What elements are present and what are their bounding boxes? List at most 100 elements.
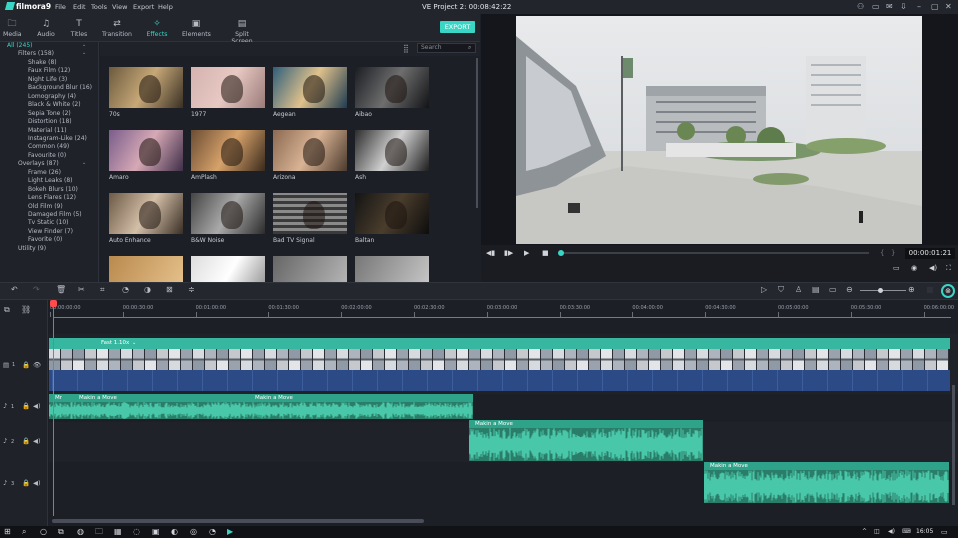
menu-file[interactable]: File bbox=[55, 3, 66, 11]
export-button[interactable]: EXPORT bbox=[440, 21, 475, 33]
sidebar-category-item[interactable]: All (245) bbox=[7, 42, 32, 49]
preview-seek-handle[interactable] bbox=[558, 250, 564, 256]
effect-thumbnail[interactable] bbox=[109, 193, 183, 234]
eye-icon[interactable]: 👁 bbox=[33, 361, 41, 369]
mail-icon[interactable]: ✉ bbox=[886, 2, 893, 11]
effect-item[interactable]: 70s bbox=[109, 67, 183, 118]
color-icon[interactable]: ◑ bbox=[144, 285, 151, 294]
effect-thumbnail[interactable] bbox=[355, 130, 429, 171]
playhead-handle[interactable] bbox=[50, 300, 57, 307]
effect-thumbnail[interactable] bbox=[273, 130, 347, 171]
effect-thumbnail[interactable] bbox=[191, 256, 265, 282]
effect-item[interactable]: Baltan bbox=[355, 193, 429, 244]
lock-icon[interactable]: 🔒 bbox=[22, 361, 30, 369]
effect-item[interactable]: Auto Enhance bbox=[109, 193, 183, 244]
play-backward-icon[interactable]: ▮▶ bbox=[504, 249, 513, 257]
playhead-line[interactable] bbox=[53, 303, 54, 516]
timeline-horizontal-scrollbar[interactable] bbox=[52, 519, 424, 523]
mixer-icon[interactable]: ▤ bbox=[812, 285, 820, 294]
filmora-taskbar-icon[interactable]: ▶ bbox=[227, 527, 233, 537]
effect-thumbnail[interactable] bbox=[273, 256, 347, 282]
sidebar-category-item[interactable]: Overlays (87) bbox=[18, 160, 59, 167]
task-view-icon[interactable]: ⧉ bbox=[58, 527, 64, 537]
lock-icon[interactable]: 🔒 bbox=[22, 437, 30, 445]
audio-clip-1[interactable]: Mr Makin a Move Makin a Move bbox=[49, 394, 473, 419]
download-icon[interactable]: ⇩ bbox=[900, 2, 907, 11]
speaker-icon[interactable]: ◀) bbox=[33, 402, 41, 410]
audio-clip-3[interactable]: Makin a Move bbox=[704, 462, 949, 503]
search-icon[interactable]: ⌕ bbox=[468, 44, 471, 52]
redo-icon[interactable]: ↷ bbox=[33, 285, 40, 294]
effect-thumbnail[interactable] bbox=[273, 193, 347, 234]
effect-thumbnail[interactable] bbox=[109, 256, 183, 282]
effect-item[interactable]: AmPlash bbox=[191, 130, 265, 181]
sidebar-category-item[interactable]: Common (49) bbox=[28, 143, 69, 150]
speaker-icon[interactable]: ◀) bbox=[33, 479, 41, 487]
effect-thumbnail[interactable] bbox=[191, 67, 265, 108]
volume-tray-icon[interactable]: ◀) bbox=[888, 527, 895, 537]
search-icon[interactable]: ⌕ bbox=[22, 527, 26, 537]
audio-clip-2[interactable]: Makin a Move bbox=[469, 420, 703, 461]
effect-item[interactable]: Bad TV Signal bbox=[273, 193, 347, 244]
tab-effects[interactable]: ✧ Effects bbox=[146, 19, 168, 44]
sidebar-category-item[interactable]: Shake (8) bbox=[28, 59, 57, 66]
tray-up-icon[interactable]: ^ bbox=[862, 527, 867, 537]
sidebar-category-item[interactable]: Old Film (9) bbox=[28, 203, 63, 210]
sidebar-category-item[interactable]: Favorite (0) bbox=[28, 236, 62, 243]
tab-titles[interactable]: T Titles bbox=[69, 19, 89, 38]
crop-icon[interactable]: ⌗ bbox=[100, 285, 105, 295]
tab-audio[interactable]: ♫ Audio bbox=[35, 19, 57, 38]
steam-icon[interactable]: ◔ bbox=[209, 527, 216, 537]
menu-view[interactable]: View bbox=[112, 3, 127, 11]
maximize-icon[interactable]: ▢ bbox=[931, 2, 939, 11]
menu-tools[interactable]: Tools bbox=[91, 3, 107, 11]
speed-icon[interactable]: ◔ bbox=[122, 285, 129, 294]
effect-thumbnail[interactable] bbox=[355, 256, 429, 282]
add-track-icon[interactable]: ⧉ bbox=[4, 305, 10, 315]
track-settings-icon[interactable]: ■ bbox=[926, 285, 934, 294]
effect-item[interactable]: Amaro bbox=[109, 130, 183, 181]
video-clip-thumbnails[interactable] bbox=[49, 349, 950, 370]
save-icon[interactable]: ▭ bbox=[872, 2, 880, 11]
lock-icon[interactable]: 🔒 bbox=[22, 479, 30, 487]
menu-help[interactable]: Help bbox=[158, 3, 173, 11]
effect-thumbnail[interactable] bbox=[273, 67, 347, 108]
effect-thumbnail[interactable] bbox=[109, 67, 183, 108]
effect-item[interactable]: Aegean bbox=[273, 67, 347, 118]
effect-thumbnail[interactable] bbox=[355, 67, 429, 108]
app-icon[interactable]: ◎ bbox=[190, 527, 197, 537]
speaker-icon[interactable]: ◀) bbox=[33, 437, 41, 445]
timeline-help-icon[interactable]: ⊚ bbox=[941, 284, 955, 298]
chevron-down-icon[interactable]: ⌄ bbox=[132, 340, 136, 346]
chevron-down-icon[interactable]: ⌄ bbox=[82, 42, 86, 48]
sidebar-category-item[interactable]: Sepia Tone (2) bbox=[28, 110, 71, 117]
sidebar-category-item[interactable]: View Finder (7) bbox=[28, 228, 73, 235]
sidebar-category-item[interactable]: Utility (9) bbox=[18, 245, 46, 252]
marker-icon[interactable]: ⛉ bbox=[778, 285, 784, 295]
file-explorer-icon[interactable]: 🗀 bbox=[95, 527, 103, 537]
snapshot-icon[interactable]: ◉ bbox=[911, 264, 917, 272]
windows-start-icon[interactable]: ⊞ bbox=[4, 527, 11, 537]
zoom-slider-handle[interactable] bbox=[878, 288, 883, 293]
sidebar-category-item[interactable]: Filters (158) bbox=[18, 50, 54, 57]
effect-thumbnail[interactable] bbox=[355, 193, 429, 234]
sidebar-category-item[interactable]: Tv Static (10) bbox=[28, 219, 69, 226]
sidebar-category-item[interactable]: Black & White (2) bbox=[28, 101, 81, 108]
undo-icon[interactable]: ↶ bbox=[11, 285, 18, 294]
render-icon[interactable]: ▷ bbox=[761, 285, 767, 294]
sidebar-category-item[interactable]: Damaged Film (5) bbox=[28, 211, 82, 218]
sidebar-category-item[interactable]: Background Blur (16) bbox=[28, 84, 92, 91]
effect-thumbnail[interactable] bbox=[191, 130, 265, 171]
effect-item[interactable]: Arizona bbox=[273, 130, 347, 181]
sidebar-category-item[interactable]: Material (11) bbox=[28, 127, 67, 134]
video-clip-header[interactable] bbox=[49, 338, 950, 349]
green-screen-icon[interactable]: ⊠ bbox=[166, 285, 173, 294]
effect-item[interactable]: 1977 bbox=[191, 67, 265, 118]
tab-elements[interactable]: ▣ Elements bbox=[182, 19, 211, 38]
audio-adjust-icon[interactable]: ≑ bbox=[188, 285, 195, 294]
sidebar-category-item[interactable]: Frame (26) bbox=[28, 169, 61, 176]
fullscreen-icon[interactable]: ⛶ bbox=[946, 264, 951, 273]
sidebar-category-item[interactable]: Night Life (3) bbox=[28, 76, 67, 83]
render-preview-icon[interactable]: ▭ bbox=[893, 264, 900, 272]
notifications-icon[interactable]: ▭ bbox=[941, 527, 948, 537]
